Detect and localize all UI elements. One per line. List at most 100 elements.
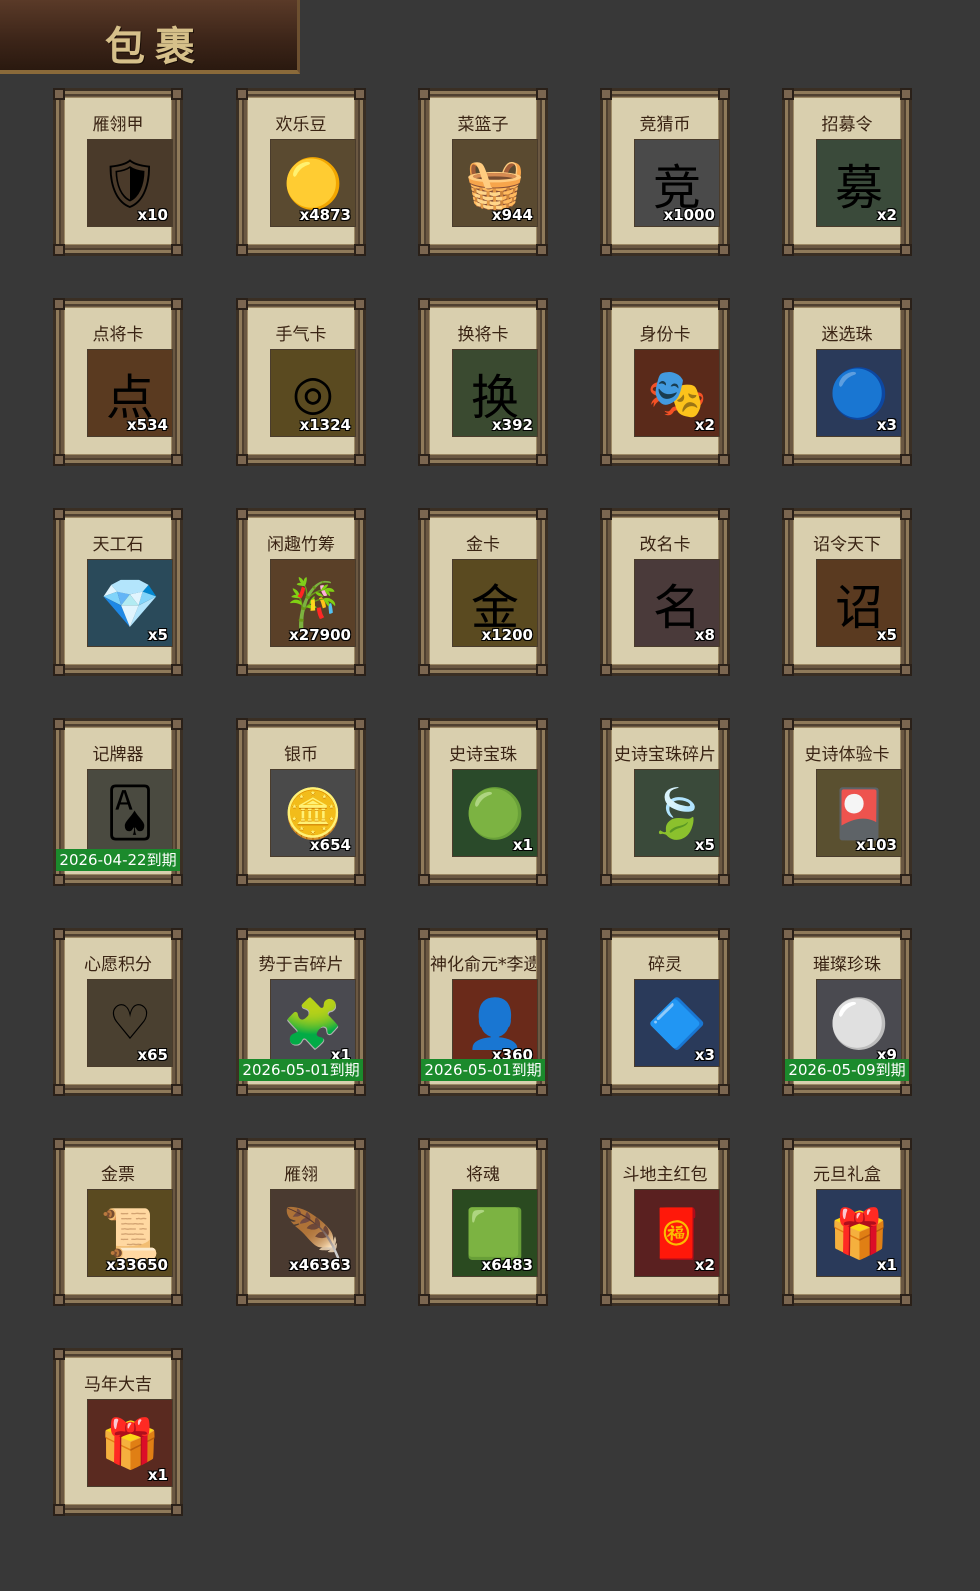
inventory-item[interactable]: 璀璨珍珠 ⚪ x9 2026-05-09到期: [782, 928, 912, 1096]
item-icon-frame: 🎁 x1: [87, 1399, 173, 1487]
item-icon-frame: 🎋 x27900: [270, 559, 356, 647]
card-corner-ornament: [236, 508, 248, 520]
inventory-item[interactable]: 碎灵 🔷 x3: [600, 928, 730, 1096]
inventory-item[interactable]: 记牌器 🂡 2026-04-22到期: [53, 718, 183, 886]
card-corner-ornament: [354, 298, 366, 310]
card-corner-ornament: [418, 508, 430, 520]
card-corner-ornament: [53, 508, 65, 520]
card-corner-ornament: [53, 1504, 65, 1516]
item-icon-frame: 💎 x5: [87, 559, 173, 647]
inventory-item[interactable]: 史诗宝珠 🟢 x1: [418, 718, 548, 886]
card-corner-ornament: [418, 718, 430, 730]
inventory-item[interactable]: 换将卡换 x392: [418, 298, 548, 466]
card-corner-ornament: [782, 928, 794, 940]
inventory-item[interactable]: 斗地主红包 🧧 x2: [600, 1138, 730, 1306]
card-corner-ornament: [236, 928, 248, 940]
inventory-item[interactable]: 身份卡 🎭 x2: [600, 298, 730, 466]
item-icon-frame: 竞 x1000: [634, 139, 720, 227]
card-corner-ornament: [171, 1084, 183, 1096]
card-corner-ornament: [418, 664, 430, 676]
item-name: 竞猜币: [639, 115, 691, 135]
inventory-item[interactable]: 菜篮子 🧺 x944: [418, 88, 548, 256]
card-corner-ornament: [171, 1348, 183, 1360]
card-corner-ornament: [354, 928, 366, 940]
inventory-item[interactable]: 迷选珠 🔵 x3: [782, 298, 912, 466]
item-card-face: 雁翎甲 🛡 x10: [64, 97, 173, 245]
inventory-item[interactable]: 诏令天下诏 x5: [782, 508, 912, 676]
item-name: 改名卡: [639, 535, 691, 555]
inventory-item[interactable]: 史诗宝珠碎片 🍃 x5: [600, 718, 730, 886]
item-icon-frame: 🔵 x3: [816, 349, 902, 437]
item-card-face: 将魂 🟩 x6483: [429, 1147, 538, 1295]
inventory-item[interactable]: 心愿积分 ♡ x65: [53, 928, 183, 1096]
card-corner-ornament: [236, 1294, 248, 1306]
item-card-face: 换将卡换 x392: [429, 307, 538, 455]
inventory-item[interactable]: 金卡金 x1200: [418, 508, 548, 676]
inventory-item[interactable]: 改名卡名 x8: [600, 508, 730, 676]
item-count: x10: [137, 206, 168, 224]
card-corner-ornament: [53, 1348, 65, 1360]
item-card-face: 碎灵 🔷 x3: [611, 937, 720, 1085]
card-corner-ornament: [900, 1294, 912, 1306]
card-corner-ornament: [354, 244, 366, 256]
item-name: 雁翎: [284, 1165, 318, 1185]
card-corner-ornament: [536, 244, 548, 256]
item-icon-frame: ♡ x65: [87, 979, 173, 1067]
item-count: x103: [856, 836, 897, 854]
item-count: x2: [876, 206, 897, 224]
card-corner-ornament: [782, 454, 794, 466]
inventory-item[interactable]: 史诗体验卡 🎴 x103: [782, 718, 912, 886]
inventory-item[interactable]: 元旦礼盒 🎁 x1: [782, 1138, 912, 1306]
item-expiry-banner: 2026-04-22到期: [56, 849, 180, 871]
card-corner-ornament: [354, 454, 366, 466]
item-name: 史诗宝珠: [449, 745, 517, 765]
item-count: x2: [694, 416, 715, 434]
inventory-item[interactable]: 欢乐豆 🟡 x4873: [236, 88, 366, 256]
inventory-item[interactable]: 将魂 🟩 x6483: [418, 1138, 548, 1306]
item-name: 雁翎甲: [92, 115, 144, 135]
item-name: 天工石: [92, 535, 144, 555]
inventory-item[interactable]: 银币 🪙 x654: [236, 718, 366, 886]
card-corner-ornament: [354, 1084, 366, 1096]
inventory-item[interactable]: 势于吉碎片 🧩 x1 2026-05-01到期: [236, 928, 366, 1096]
card-corner-ornament: [900, 718, 912, 730]
item-card-face: 改名卡名 x8: [611, 517, 720, 665]
card-corner-ornament: [536, 874, 548, 886]
item-expiry-banner: 2026-05-01到期: [421, 1059, 545, 1081]
item-card-face: 银币 🪙 x654: [247, 727, 356, 875]
inventory-item[interactable]: 点将卡点 x534: [53, 298, 183, 466]
item-icon-frame: 🔷 x3: [634, 979, 720, 1067]
card-corner-ornament: [718, 454, 730, 466]
inventory-item[interactable]: 雁翎 🪶 x46363: [236, 1138, 366, 1306]
card-corner-ornament: [354, 88, 366, 100]
inventory-item[interactable]: 招募令募 x2: [782, 88, 912, 256]
item-count: x4873: [299, 206, 351, 224]
inventory-item[interactable]: 金票 📜 x33650: [53, 1138, 183, 1306]
item-name: 银币: [284, 745, 318, 765]
item-count: x8: [694, 626, 715, 644]
card-corner-ornament: [782, 1138, 794, 1150]
inventory-item[interactable]: 天工石 💎 x5: [53, 508, 183, 676]
inventory-item[interactable]: 手气卡 ◎ x1324: [236, 298, 366, 466]
item-count: x2: [694, 1256, 715, 1274]
card-corner-ornament: [600, 1138, 612, 1150]
inventory-item[interactable]: 马年大吉 🎁 x1: [53, 1348, 183, 1516]
card-corner-ornament: [171, 454, 183, 466]
card-corner-ornament: [53, 298, 65, 310]
inventory-item[interactable]: 竞猜币竞 x1000: [600, 88, 730, 256]
card-corner-ornament: [536, 1138, 548, 1150]
card-corner-ornament: [53, 1084, 65, 1096]
item-card-face: 身份卡 🎭 x2: [611, 307, 720, 455]
inventory-item[interactable]: 神化俞元*李遗碎片 👤x3602026-05-01到期: [418, 928, 548, 1096]
card-corner-ornament: [718, 928, 730, 940]
card-corner-ornament: [718, 874, 730, 886]
item-count: x6483: [481, 1256, 533, 1274]
card-corner-ornament: [600, 1084, 612, 1096]
card-corner-ornament: [418, 928, 430, 940]
inventory-item[interactable]: 雁翎甲 🛡 x10: [53, 88, 183, 256]
inventory-item[interactable]: 闲趣竹筹 🎋 x27900: [236, 508, 366, 676]
item-icon-frame: 诏 x5: [816, 559, 902, 647]
card-corner-ornament: [236, 718, 248, 730]
item-card-face: 元旦礼盒 🎁 x1: [793, 1147, 902, 1295]
card-corner-ornament: [171, 928, 183, 940]
